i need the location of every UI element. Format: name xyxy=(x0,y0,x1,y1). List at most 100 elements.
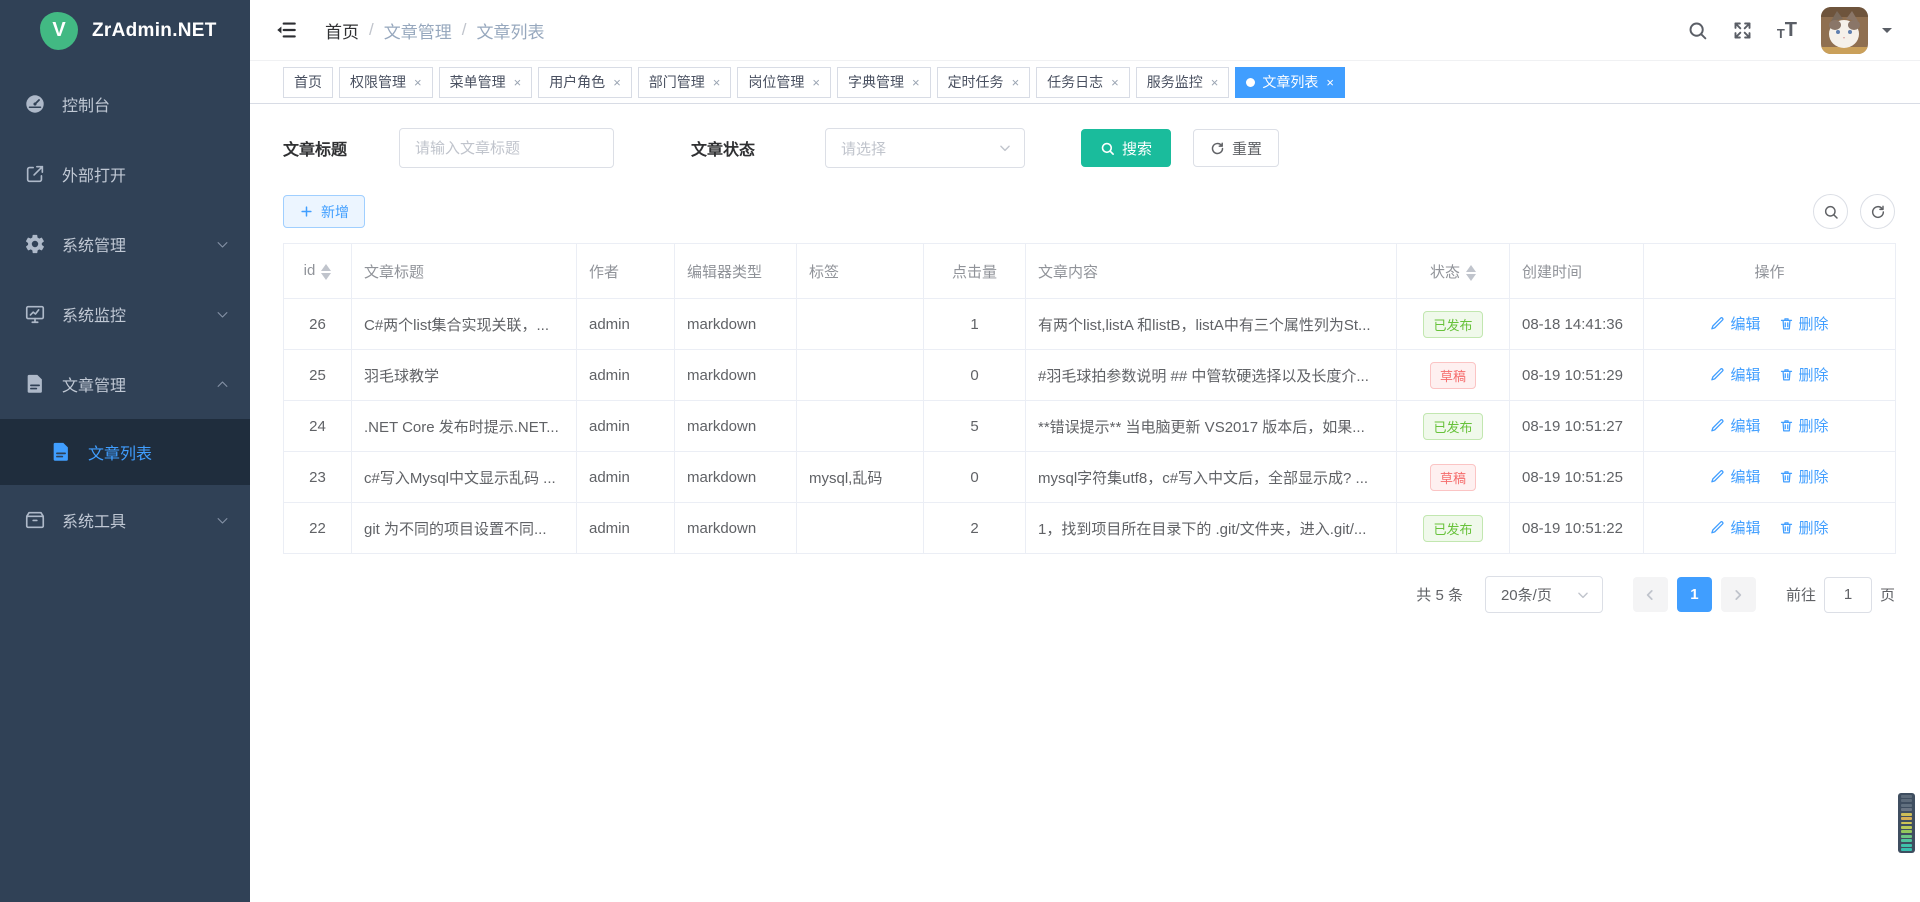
cell-status: 已发布 xyxy=(1397,401,1510,452)
close-icon[interactable]: × xyxy=(613,76,621,89)
sidebar-item-article-list[interactable]: 文章列表 xyxy=(0,419,250,485)
column-header-status[interactable]: 状态 xyxy=(1397,244,1510,299)
app-logo[interactable]: V ZrAdmin.NET xyxy=(0,0,250,61)
tab-item-1[interactable]: 权限管理× xyxy=(339,67,433,98)
goto-page-input[interactable] xyxy=(1824,577,1872,613)
avatar[interactable] xyxy=(1821,7,1868,54)
close-icon[interactable]: × xyxy=(912,76,920,89)
edit-button[interactable]: 编辑 xyxy=(1710,517,1760,538)
cell-created: 08-19 10:51:22 xyxy=(1510,503,1644,554)
tab-item-5[interactable]: 岗位管理× xyxy=(737,67,831,98)
tab-item-10[interactable]: 文章列表× xyxy=(1235,67,1345,98)
fullscreen-icon[interactable] xyxy=(1732,20,1753,41)
header-actions: TT xyxy=(1687,7,1892,54)
cell-tags xyxy=(797,350,924,401)
sidebar-item-system-monitor[interactable]: 系统监控 xyxy=(0,279,250,349)
refresh-table-button[interactable] xyxy=(1860,194,1895,229)
sidebar-collapse-icon[interactable] xyxy=(275,19,297,41)
next-page-button[interactable] xyxy=(1721,577,1756,612)
tab-item-2[interactable]: 菜单管理× xyxy=(439,67,533,98)
column-header-author: 作者 xyxy=(577,244,675,299)
tab-item-8[interactable]: 任务日志× xyxy=(1036,67,1130,98)
edit-button[interactable]: 编辑 xyxy=(1710,313,1760,334)
tab-item-3[interactable]: 用户角色× xyxy=(538,67,632,98)
edit-button[interactable]: 编辑 xyxy=(1710,415,1760,436)
sidebar-item-dashboard[interactable]: 控制台 xyxy=(0,69,250,139)
tab-item-6[interactable]: 字典管理× xyxy=(837,67,931,98)
page-size-select[interactable]: 20条/页 xyxy=(1485,576,1603,613)
sort-caret[interactable] xyxy=(321,264,331,280)
sidebar-item-article-admin[interactable]: 文章管理 xyxy=(0,349,250,419)
chevron-down-icon[interactable] xyxy=(1882,28,1892,38)
delete-button[interactable]: 删除 xyxy=(1779,364,1829,385)
cell-created: 08-18 14:41:36 xyxy=(1510,299,1644,350)
sort-caret[interactable] xyxy=(1466,265,1476,281)
edit-button[interactable]: 编辑 xyxy=(1710,364,1760,385)
chevron-up-icon xyxy=(215,377,230,392)
toggle-search-button[interactable] xyxy=(1813,194,1848,229)
breadcrumb-item[interactable]: 文章管理 xyxy=(384,18,452,43)
cell-id: 25 xyxy=(284,350,352,401)
close-icon[interactable]: × xyxy=(1012,76,1020,89)
cell-editor: markdown xyxy=(675,503,797,554)
column-header-tags: 标签 xyxy=(797,244,924,299)
close-icon[interactable]: × xyxy=(1326,76,1334,89)
title-filter: 文章标题 xyxy=(283,128,614,168)
close-icon[interactable]: × xyxy=(812,76,820,89)
sidebar-item-system-admin[interactable]: 系统管理 xyxy=(0,209,250,279)
search-icon[interactable] xyxy=(1687,20,1708,41)
breadcrumb-item[interactable]: 文章列表 xyxy=(476,18,544,43)
column-header-content: 文章内容 xyxy=(1026,244,1397,299)
cell-tags: mysql,乱码 xyxy=(797,452,924,503)
sidebar: V ZrAdmin.NET 控制台外部打开系统管理系统监控文章管理文章列表系统工… xyxy=(0,0,250,902)
app-root: V ZrAdmin.NET 控制台外部打开系统管理系统监控文章管理文章列表系统工… xyxy=(0,0,1920,902)
table-tools xyxy=(1813,194,1895,229)
prev-page-button[interactable] xyxy=(1633,577,1668,612)
close-icon[interactable]: × xyxy=(414,76,422,89)
table-toolbar: 新增 xyxy=(283,194,1895,229)
close-icon[interactable]: × xyxy=(1211,76,1219,89)
close-icon[interactable]: × xyxy=(514,76,522,89)
cell-editor: markdown xyxy=(675,350,797,401)
activity-widget xyxy=(1898,793,1915,853)
cell-tags xyxy=(797,401,924,452)
page-content: 文章标题 文章状态 请选择 搜索 xyxy=(250,104,1920,613)
close-icon[interactable]: × xyxy=(1111,76,1119,89)
edit-icon xyxy=(1710,520,1725,535)
cell-content: 有两个list,listA 和listB，listA中有三个属性列为St... xyxy=(1026,299,1397,350)
monitor-icon xyxy=(24,303,46,325)
page-number-button[interactable]: 1 xyxy=(1677,577,1712,612)
reset-button[interactable]: 重置 xyxy=(1193,129,1279,167)
status-filter-select[interactable]: 请选择 xyxy=(825,128,1025,168)
chevron-down-icon xyxy=(215,237,230,252)
sidebar-item-system-tools[interactable]: 系统工具 xyxy=(0,485,250,555)
delete-button[interactable]: 删除 xyxy=(1779,517,1829,538)
column-header-id[interactable]: id xyxy=(284,244,352,299)
cell-id: 26 xyxy=(284,299,352,350)
chevron-down-icon xyxy=(215,307,230,322)
tab-item-0[interactable]: 首页 xyxy=(283,67,333,98)
delete-button[interactable]: 删除 xyxy=(1779,313,1829,334)
column-header-actions: 操作 xyxy=(1644,244,1896,299)
delete-button[interactable]: 删除 xyxy=(1779,466,1829,487)
add-button[interactable]: 新增 xyxy=(283,195,365,228)
sidebar-item-label: 文章管理 xyxy=(62,372,126,396)
cell-id: 24 xyxy=(284,401,352,452)
font-size-icon[interactable]: TT xyxy=(1777,20,1797,40)
close-icon[interactable]: × xyxy=(713,76,721,89)
document-icon xyxy=(24,373,46,395)
cell-author: admin xyxy=(577,350,675,401)
delete-icon xyxy=(1779,469,1794,484)
tab-label: 服务监控 xyxy=(1147,72,1203,92)
edit-button[interactable]: 编辑 xyxy=(1710,466,1760,487)
tab-item-7[interactable]: 定时任务× xyxy=(937,67,1031,98)
title-filter-input[interactable] xyxy=(399,128,614,168)
tab-item-9[interactable]: 服务监控 × xyxy=(1136,67,1230,98)
search-button[interactable]: 搜索 xyxy=(1081,129,1171,167)
cell-editor: markdown xyxy=(675,452,797,503)
cell-author: admin xyxy=(577,503,675,554)
external-link-icon xyxy=(24,163,46,185)
delete-button[interactable]: 删除 xyxy=(1779,415,1829,436)
tab-item-4[interactable]: 部门管理× xyxy=(638,67,732,98)
sidebar-item-external-open[interactable]: 外部打开 xyxy=(0,139,250,209)
